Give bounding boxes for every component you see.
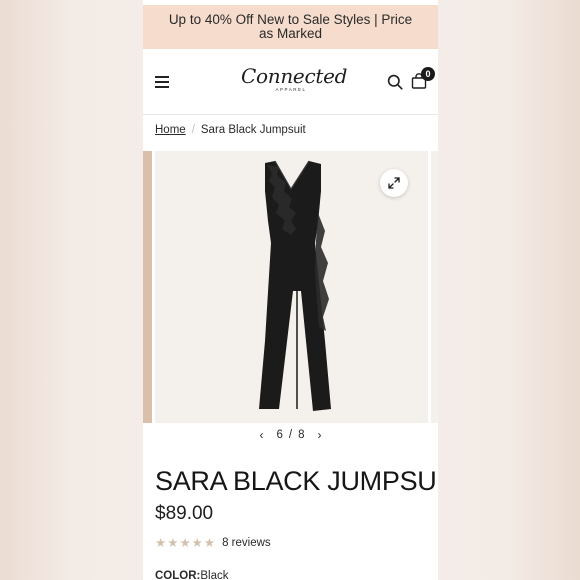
color-label: COLOR:: [155, 570, 201, 580]
gallery-counter: 6 / 8: [273, 429, 307, 441]
promo-text: Up to 40% Off New to Sale Styles | Price…: [168, 12, 413, 41]
expand-icon: [388, 177, 400, 189]
product-title: SARA BLACK JUMPSUIT: [155, 466, 438, 496]
product-rating[interactable]: ★ ★ ★ ★ ★ 8 reviews: [155, 536, 271, 550]
gallery-current-index: 6: [276, 429, 283, 441]
next-image-arrow[interactable]: ›: [318, 428, 322, 442]
color-value: Black: [200, 570, 229, 580]
gallery-total: 8: [298, 429, 305, 441]
star-icon: ★: [167, 536, 179, 550]
site-header: Connected APPAREL 0: [143, 49, 438, 115]
product-price: $89.00: [155, 503, 214, 524]
reviews-link[interactable]: 8 reviews: [222, 537, 271, 549]
gallery-pager: ‹ 6 / 8 ›: [143, 426, 438, 444]
search-icon[interactable]: [387, 74, 403, 90]
previous-image-arrow[interactable]: ‹: [259, 428, 263, 442]
breadcrumb-current: Sara Black Jumpsuit: [200, 124, 306, 136]
color-option: COLOR:Black: [155, 570, 228, 580]
next-image-peek[interactable]: [431, 151, 438, 423]
hamburger-menu-icon[interactable]: [155, 76, 169, 88]
star-icon: ★: [155, 536, 167, 550]
gallery-separator: /: [288, 429, 293, 441]
cart-count-badge[interactable]: 0: [421, 67, 435, 81]
promo-banner[interactable]: Up to 40% Off New to Sale Styles | Price…: [143, 5, 438, 49]
product-gallery[interactable]: [143, 151, 438, 423]
star-icon: ★: [203, 536, 216, 550]
breadcrumb-separator: /: [191, 124, 195, 136]
mobile-page: Up to 40% Off New to Sale Styles | Price…: [143, 0, 438, 580]
previous-image-peek[interactable]: [143, 151, 152, 423]
star-icon: ★: [191, 536, 203, 550]
zoom-button[interactable]: [380, 169, 408, 197]
breadcrumb-home-link[interactable]: Home: [155, 124, 186, 136]
star-icon: ★: [179, 536, 191, 550]
brand-logo[interactable]: Connected APPAREL: [241, 61, 347, 101]
breadcrumb: Home / Sara Black Jumpsuit: [155, 124, 306, 136]
